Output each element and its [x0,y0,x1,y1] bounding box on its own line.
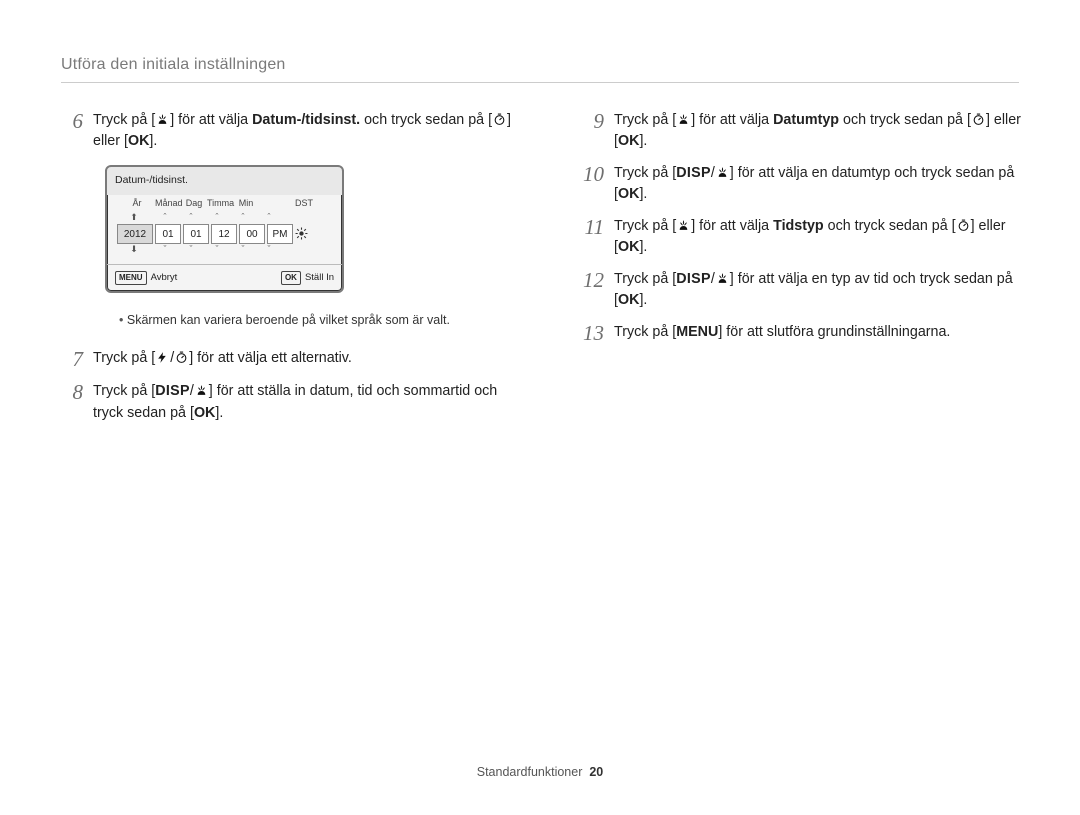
lcd-label-year: År [119,197,155,211]
step-12: 12 Tryck på [DISP/] för att välja en typ… [576,269,1021,312]
timer-icon [957,219,970,232]
step-body: Tryck på [/] för att välja ett alternati… [93,348,526,371]
ok-label: OK [128,133,149,149]
lcd-screen: Datum-/tidsinst. År Månad Dag Timma Min … [105,165,344,294]
macro-icon [716,272,729,285]
step-7: 7 Tryck på [/] för att välja ett alterna… [61,348,526,371]
macro-icon [195,384,208,397]
lcd-title: Datum-/tidsinst. [107,167,342,195]
lcd-label-day: Dag [181,197,207,211]
caret-down-icon: ˇ [257,244,281,256]
disp-label: DISP [676,165,711,181]
step-9: 9 Tryck på [] för att välja Datumtyp och… [576,110,1021,153]
step-number: 9 [576,110,604,153]
lcd-ampm: PM [267,224,293,244]
lcd-cancel: MENU Avbryt [115,271,177,285]
step-body: Tryck på [] för att välja Datum-/tidsins… [93,110,526,153]
step-number: 6 [61,110,83,153]
lcd-day: 01 [183,224,209,244]
lcd-year: 2012 [117,224,153,244]
bold-term: Tidstyp [773,218,824,234]
caret-up-icon: ˆ [179,212,203,224]
lcd-column-labels: År Månad Dag Timma Min DST [107,195,342,213]
step-6: 6 Tryck på [] för att välja Datum-/tidsi… [61,110,526,153]
step-body: Tryck på [MENU] för att slutföra grundin… [614,322,1021,345]
disp-label: DISP [676,271,711,287]
caret-up-icon: ˆ [205,212,229,224]
lcd-value-row: 2012 01 01 12 00 PM [107,224,342,244]
menu-label: MENU [676,324,718,340]
step-number: 7 [61,348,83,371]
macro-icon [677,113,690,126]
caret-up-icon: ˆ [257,212,281,224]
step-number: 13 [576,322,604,345]
left-column: 6 Tryck på [] för att välja Datum-/tidsi… [61,110,526,434]
ok-label: OK [618,239,639,255]
caret-down-icon: ˇ [179,244,203,256]
bold-term: Datum-/tidsinst. [252,112,360,128]
macro-icon [677,219,690,232]
lcd-label-month: Månad [155,197,181,211]
page-title: Utföra den initiala inställningen [61,56,286,74]
step-number: 10 [576,163,604,206]
step-body: Tryck på [DISP/] för att ställa in datum… [93,381,526,424]
ok-label: OK [194,405,215,421]
step-body: Tryck på [DISP/] för att välja en datumt… [614,163,1021,206]
lcd-min: 00 [239,224,265,244]
lcd-footer: MENU Avbryt OK Ställ In [107,264,342,291]
caret-down-icon: ˇ [153,244,177,256]
arrow-down-icon: ⬇ [117,244,151,256]
dst-off-icon [295,224,317,244]
step-body: Tryck på [DISP/] för att välja en typ av… [614,269,1021,312]
caret-down-icon: ˇ [231,244,255,256]
macro-icon [156,113,169,126]
note: Skärmen kan variera beroende på vilket s… [119,311,526,330]
lcd-hour: 12 [211,224,237,244]
macro-icon [716,166,729,179]
lcd-label-min: Min [233,197,259,211]
right-column: 9 Tryck på [] för att välja Datumtyp och… [576,110,1021,355]
footer-section: Standardfunktioner [477,765,583,779]
ok-label: OK [618,133,639,149]
step-10: 10 Tryck på [DISP/] för att välja en dat… [576,163,1021,206]
bold-term: Datumtyp [773,112,839,128]
timer-icon [175,351,188,364]
arrow-up-icon: ⬆ [117,212,151,224]
caret-down-icon: ˇ [205,244,229,256]
lcd-set: OK Ställ In [281,271,334,285]
lcd-set-label: Ställ In [305,271,334,285]
step-body: Tryck på [] för att välja Tidstyp och tr… [614,216,1021,259]
step-8: 8 Tryck på [DISP/] för att ställa in dat… [61,381,526,424]
lcd-cancel-label: Avbryt [151,271,178,285]
step-number: 11 [576,216,604,259]
step-13: 13 Tryck på [MENU] för att slutföra grun… [576,322,1021,345]
caret-up-icon: ˆ [231,212,255,224]
lcd-arrows-up: ⬆ ˆ ˆ ˆ ˆ ˆ [107,212,342,224]
step-body: Tryck på [] för att välja Datumtyp och t… [614,110,1021,153]
footer-page-number: 20 [589,765,603,779]
ok-label: OK [618,292,639,308]
timer-icon [972,113,985,126]
ok-label: OK [618,186,639,202]
step-number: 8 [61,381,83,424]
disp-label: DISP [155,383,190,399]
caret-up-icon: ˆ [153,212,177,224]
lcd-month: 01 [155,224,181,244]
header-rule [61,82,1019,83]
lcd-label-dst: DST [291,197,317,211]
step-number: 12 [576,269,604,312]
timer-icon [493,113,506,126]
lcd-label-hour: Timma [207,197,233,211]
flash-icon [156,351,169,364]
page-footer: Standardfunktioner 20 [0,765,1080,779]
lcd-arrows-down: ⬇ ˇ ˇ ˇ ˇ ˇ [107,244,342,256]
step-11: 11 Tryck på [] för att välja Tidstyp och… [576,216,1021,259]
menu-key-icon: MENU [115,271,147,285]
ok-key-icon: OK [281,271,301,285]
